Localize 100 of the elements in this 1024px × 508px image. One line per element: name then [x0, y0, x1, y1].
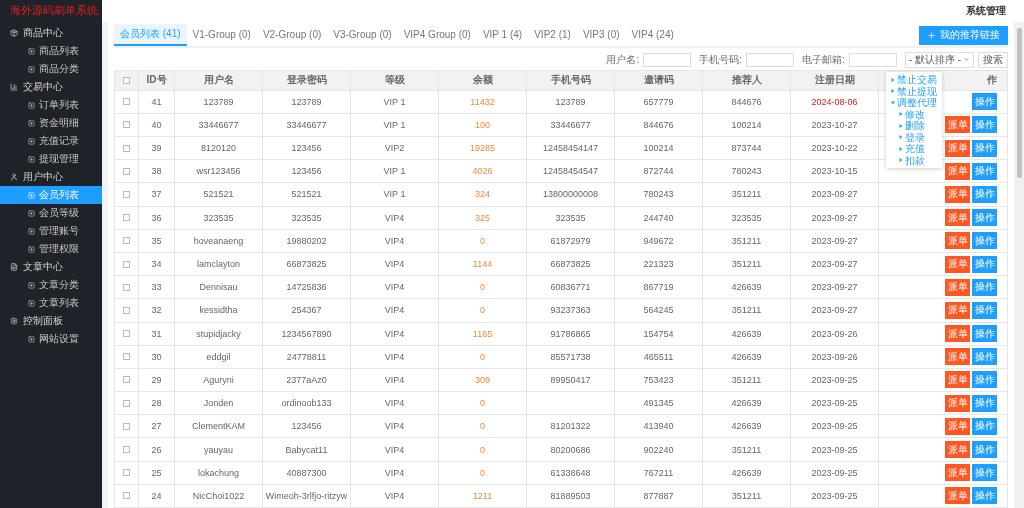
dispatch-button[interactable]: 派单	[945, 371, 970, 389]
tab[interactable]: VIP2 (1)	[528, 24, 577, 46]
sidebar-item[interactable]: 会员等级	[0, 204, 102, 222]
dispatch-button[interactable]: 派单	[945, 441, 970, 459]
sidebar-item[interactable]: 资金明细	[0, 114, 102, 132]
sidebar-group[interactable]: 控制面板	[0, 312, 102, 330]
checkbox[interactable]	[123, 190, 130, 198]
checkbox[interactable]	[123, 353, 130, 361]
sidebar-item[interactable]: 提现管理	[0, 150, 102, 168]
checkbox[interactable]	[123, 306, 130, 314]
add-button[interactable]: 我的推荐链接	[919, 25, 1008, 45]
menu-item[interactable]: 充值	[905, 143, 925, 155]
sidebar-item[interactable]: 商品列表	[0, 42, 102, 60]
tab[interactable]: VIP4 (24)	[625, 24, 680, 46]
user-menu[interactable]: 系统管理	[966, 4, 1006, 18]
menu-item[interactable]: 删除	[905, 120, 925, 132]
sidebar-item[interactable]: 订单列表	[0, 96, 102, 114]
sidebar-item[interactable]: 管理账号	[0, 222, 102, 240]
operate-button[interactable]: 操作	[972, 93, 997, 111]
operate-button[interactable]: 操作	[972, 487, 997, 505]
operate-button[interactable]: 操作	[972, 232, 997, 250]
table-cell: 1165	[439, 322, 527, 346]
menu-item[interactable]: 修改	[905, 108, 925, 120]
checkbox[interactable]	[123, 446, 130, 454]
table-cell: 123789	[175, 90, 263, 114]
operate-button[interactable]: 操作	[972, 417, 997, 435]
tab[interactable]: V2-Group (0)	[256, 24, 328, 46]
sort-select[interactable]: - 默认排序 -	[904, 51, 974, 68]
sidebar-group[interactable]: 商品中心	[0, 24, 102, 42]
sidebar-item[interactable]: 文章列表	[0, 294, 102, 312]
operate-button[interactable]: 操作	[972, 464, 997, 482]
dispatch-button[interactable]: 派单	[945, 301, 970, 319]
operate-button[interactable]: 操作	[972, 348, 997, 366]
checkbox[interactable]	[123, 330, 130, 338]
checkbox[interactable]	[123, 76, 130, 84]
checkbox[interactable]	[123, 260, 130, 268]
checkbox[interactable]	[123, 98, 130, 106]
tab[interactable]: VIP3 (0)	[576, 24, 626, 46]
operate-button[interactable]: 操作	[972, 371, 997, 389]
sidebar-item[interactable]: 网站设置	[0, 330, 102, 348]
dispatch-button[interactable]: 派单	[945, 139, 970, 157]
checkbox[interactable]	[123, 144, 130, 152]
sidebar-group[interactable]: 用户中心	[0, 168, 102, 186]
sidebar-item[interactable]: 管理权限	[0, 240, 102, 258]
tab[interactable]: VIP4 Group (0)	[397, 24, 477, 46]
tab[interactable]: 会员列表 (41)	[114, 24, 187, 46]
input-field[interactable]	[643, 52, 692, 67]
sidebar-item[interactable]: 充值记录	[0, 132, 102, 150]
tab[interactable]: V3-Group (0)	[327, 24, 398, 46]
dispatch-button[interactable]: 派单	[945, 116, 970, 134]
checkbox[interactable]	[123, 121, 130, 129]
dispatch-button[interactable]: 派单	[945, 255, 970, 273]
dispatch-button[interactable]: 派单	[945, 464, 970, 482]
sidebar-group[interactable]: 文章中心	[0, 258, 102, 276]
dispatch-button[interactable]: 派单	[945, 185, 970, 203]
operate-button[interactable]: 操作	[972, 301, 997, 319]
sidebar-item[interactable]: 商品分类	[0, 60, 102, 78]
dispatch-button[interactable]: 派单	[945, 162, 970, 180]
checkbox[interactable]	[123, 237, 130, 245]
dispatch-button[interactable]: 派单	[945, 487, 970, 505]
checkbox[interactable]	[123, 492, 130, 500]
menu-item[interactable]: 调整代理	[897, 97, 937, 109]
dispatch-button[interactable]: 派单	[945, 325, 970, 343]
operate-button[interactable]: 操作	[972, 278, 997, 296]
table-cell: VIP4	[351, 299, 439, 323]
search-button[interactable]: 搜索	[978, 51, 1008, 68]
tab[interactable]: V1-Group (0)	[186, 24, 257, 46]
scrollbar-thumb[interactable]	[1016, 28, 1022, 178]
operate-button[interactable]: 操作	[972, 116, 997, 134]
operate-button[interactable]: 操作	[972, 162, 997, 180]
dispatch-button[interactable]: 派单	[945, 348, 970, 366]
tab[interactable]: VIP 1 (4)	[476, 24, 529, 46]
checkbox[interactable]	[123, 469, 130, 477]
operate-button[interactable]: 操作	[972, 139, 997, 157]
checkbox[interactable]	[123, 214, 130, 222]
operate-button[interactable]: 操作	[972, 209, 997, 227]
dispatch-button[interactable]: 派单	[945, 278, 970, 296]
input-field[interactable]	[848, 52, 897, 67]
operate-button[interactable]: 操作	[972, 394, 997, 412]
dispatch-button[interactable]: 派单	[945, 417, 970, 435]
operate-button[interactable]: 操作	[972, 441, 997, 459]
dispatch-button[interactable]: 派单	[945, 209, 970, 227]
dispatch-button[interactable]: 派单	[945, 232, 970, 250]
menu-item[interactable]: 扣款	[905, 154, 925, 166]
checkbox[interactable]	[123, 422, 130, 430]
operate-button[interactable]: 操作	[972, 255, 997, 273]
checkbox[interactable]	[123, 283, 130, 291]
sidebar-item[interactable]: 文章分类	[0, 276, 102, 294]
sidebar-group[interactable]: 交易中心	[0, 78, 102, 96]
checkbox[interactable]	[123, 167, 130, 175]
input-field[interactable]	[746, 52, 794, 67]
operate-button[interactable]: 操作	[972, 325, 997, 343]
checkbox[interactable]	[123, 376, 130, 384]
menu-item[interactable]: 禁止交易	[897, 74, 937, 86]
checkbox[interactable]	[123, 399, 130, 407]
sidebar-item[interactable]: 会员列表	[0, 186, 102, 204]
field-label: 用户名:	[606, 52, 640, 67]
operate-button[interactable]: 操作	[972, 185, 997, 203]
menu-item[interactable]: 登录	[905, 131, 925, 143]
dispatch-button[interactable]: 派单	[945, 394, 970, 412]
